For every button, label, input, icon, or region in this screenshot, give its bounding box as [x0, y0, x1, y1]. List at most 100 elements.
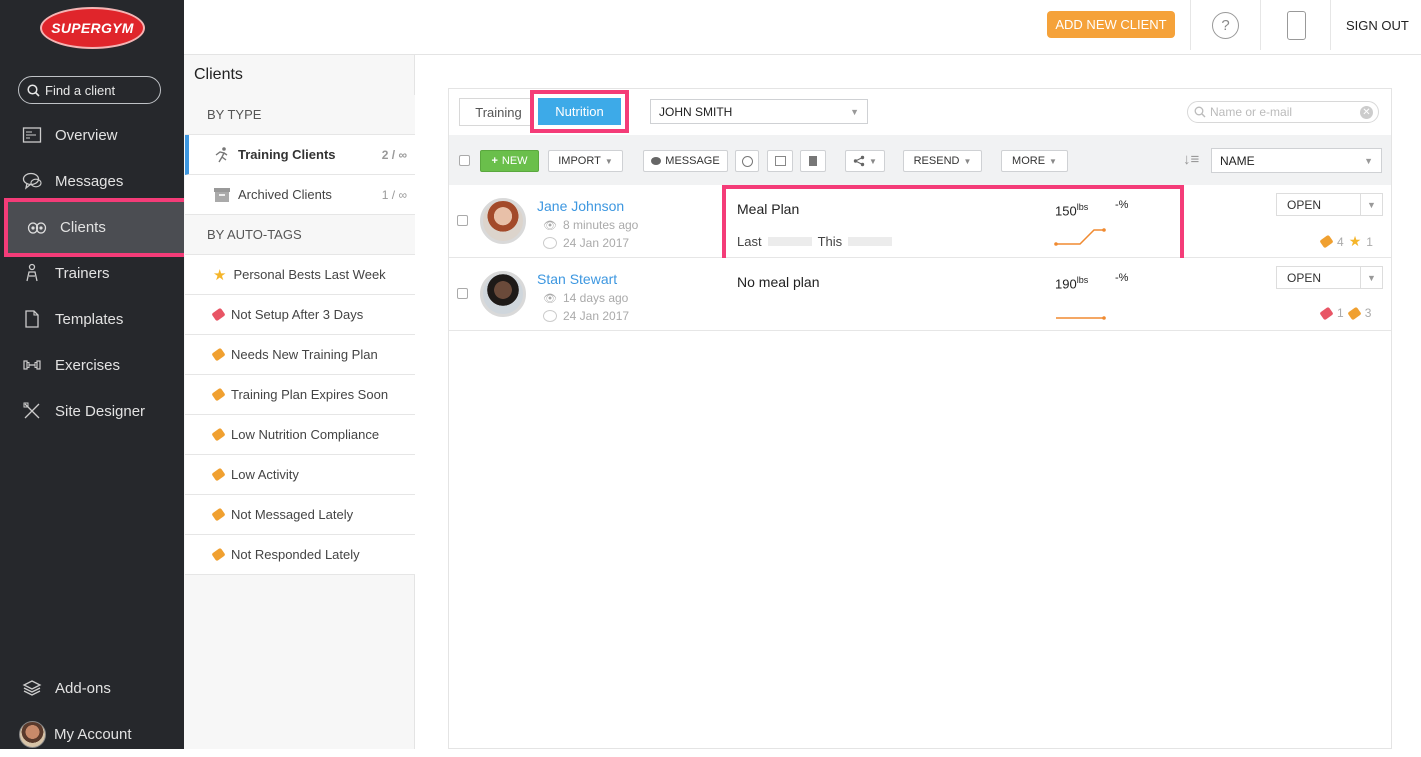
import-button[interactable]: IMPORT ▼	[548, 150, 623, 172]
client-name[interactable]: Stan Stewart	[537, 271, 617, 287]
nav-addons-label: Add-ons	[55, 679, 111, 697]
client-search-input[interactable]: Name or e-mail ✕	[1187, 101, 1379, 123]
message-button[interactable]: MESSAGE	[643, 150, 728, 172]
share-button[interactable]: ▼	[845, 150, 885, 172]
tab-training[interactable]: Training	[459, 98, 538, 126]
meal-plan-title[interactable]: Meal Plan	[737, 201, 799, 217]
tag-icon	[211, 547, 226, 562]
add-new-client-button[interactable]: ADD NEW CLIENT	[1047, 11, 1175, 38]
star-count: 1	[1366, 234, 1373, 249]
nav-my-account[interactable]: My Account	[0, 711, 184, 757]
resend-label: RESEND	[913, 155, 960, 167]
skype-icon[interactable]	[735, 150, 759, 172]
nav-messages-label: Messages	[55, 172, 124, 190]
meal-plan-title[interactable]: No meal plan	[737, 274, 820, 290]
category-archived-clients[interactable]: Archived Clients 1 / ∞	[185, 175, 415, 215]
tag-plan-expires[interactable]: Training Plan Expires Soon	[185, 375, 415, 415]
nav-overview-label: Overview	[55, 126, 118, 144]
nav-site-designer-label: Site Designer	[55, 402, 146, 420]
nav-addons[interactable]: Add-ons	[0, 665, 184, 711]
weight-unit: lbs	[1076, 275, 1089, 285]
sort-select[interactable]: NAME ▼	[1211, 148, 1382, 173]
tag-label: Not Setup After 3 Days	[231, 307, 364, 322]
tag-personal-bests[interactable]: ★ Personal Bests Last Week	[185, 255, 415, 295]
nav-trainers[interactable]: Trainers	[0, 250, 184, 296]
sign-out-link[interactable]: SIGN OUT	[1346, 18, 1409, 33]
trainer-select-value: JOHN SMITH	[659, 104, 733, 119]
last-seen-text: 14 days ago	[562, 291, 629, 305]
resend-button[interactable]: RESEND ▼	[903, 150, 982, 172]
meal-compliance: Last This	[737, 234, 893, 249]
meal-plan-highlight	[722, 185, 1184, 268]
nav-my-account-label: My Account	[54, 725, 132, 743]
category-label: Archived Clients	[238, 187, 332, 202]
nav-trainers-label: Trainers	[55, 264, 110, 282]
trainer-select[interactable]: JOHN SMITH ▼	[650, 99, 868, 124]
chevron-down-icon[interactable]: ▼	[1360, 194, 1382, 215]
last-message: 24 Jan 2017	[543, 236, 629, 250]
tag-low-nutrition[interactable]: Low Nutrition Compliance	[185, 415, 415, 455]
last-message-date: 24 Jan 2017	[563, 309, 630, 323]
divider	[1330, 0, 1331, 50]
nav-exercises[interactable]: Exercises	[0, 342, 184, 388]
tag-icon	[211, 507, 226, 522]
weight-value: 190lbs	[1055, 275, 1088, 291]
tag-low-activity[interactable]: Low Activity	[185, 455, 415, 495]
category-training-clients[interactable]: Training Clients 2 / ∞	[185, 135, 415, 175]
chevron-down-icon: ▼	[963, 156, 972, 166]
tag-icon	[211, 427, 226, 442]
tag-label: Not Messaged Lately	[231, 507, 354, 522]
tag-icon	[1319, 234, 1334, 249]
nav-clients[interactable]: Clients	[4, 198, 190, 257]
tag-not-messaged[interactable]: Not Messaged Lately	[185, 495, 415, 535]
tag-needs-new-plan[interactable]: Needs New Training Plan	[185, 335, 415, 375]
mobile-device-icon[interactable]	[1287, 11, 1306, 40]
open-client-button[interactable]: OPEN ▼	[1276, 266, 1383, 289]
chevron-down-icon[interactable]: ▼	[1360, 267, 1382, 288]
find-client-search[interactable]: Find a client	[18, 76, 161, 104]
trash-icon[interactable]	[800, 150, 826, 172]
clear-icon[interactable]: ✕	[1360, 105, 1373, 119]
last-seen: 👁 8 minutes ago	[543, 218, 638, 232]
sort-select-value: NAME	[1220, 153, 1255, 168]
nav-overview[interactable]: Overview	[0, 112, 184, 158]
archive-icon[interactable]	[767, 150, 793, 172]
new-label: NEW	[501, 155, 528, 167]
trainers-icon	[26, 263, 38, 282]
nav-clients-label: Clients	[60, 219, 106, 236]
category-label: Training Clients	[238, 147, 336, 162]
weight-sparkline	[1056, 316, 1106, 320]
client-tags: 4 ★ 1	[1319, 233, 1373, 250]
clients-title: Clients	[194, 66, 243, 83]
last-message: 24 Jan 2017	[543, 309, 629, 323]
tag-not-responded[interactable]: Not Responded Lately	[185, 535, 415, 575]
open-client-button[interactable]: OPEN ▼	[1276, 193, 1383, 216]
divider	[1190, 0, 1191, 50]
sort-order-icon[interactable]: ↓≡	[1183, 151, 1199, 168]
divider	[1260, 0, 1261, 50]
more-button[interactable]: MORE ▼	[1001, 150, 1068, 172]
tag-not-setup[interactable]: Not Setup After 3 Days	[185, 295, 415, 335]
client-name[interactable]: Jane Johnson	[537, 198, 624, 214]
tag-icon	[1319, 306, 1334, 320]
client-avatar[interactable]	[480, 198, 526, 244]
overview-icon	[22, 127, 42, 143]
chevron-down-icon: ▼	[1049, 156, 1057, 166]
row-checkbox[interactable]	[457, 215, 468, 226]
supergym-logo[interactable]: SUPERGYM	[40, 7, 145, 49]
tag-label: Not Responded Lately	[231, 547, 360, 562]
nav-site-designer[interactable]: Site Designer	[0, 388, 184, 434]
client-avatar[interactable]	[480, 271, 526, 317]
new-client-button[interactable]: + NEW	[480, 150, 539, 172]
select-all-checkbox[interactable]	[459, 155, 470, 166]
row-checkbox[interactable]	[457, 288, 468, 299]
nav-templates[interactable]: Templates	[0, 296, 184, 342]
tab-nutrition[interactable]: Nutrition	[538, 98, 621, 125]
tag-icon	[211, 467, 226, 482]
help-icon[interactable]: ?	[1212, 12, 1239, 39]
by-auto-tags-heading: BY AUTO-TAGS	[185, 215, 415, 255]
nutrition-tab-highlight: Nutrition	[530, 90, 629, 133]
message-label: MESSAGE	[665, 155, 720, 167]
weight-number: 150	[1055, 203, 1077, 219]
tag-icon	[211, 307, 226, 322]
